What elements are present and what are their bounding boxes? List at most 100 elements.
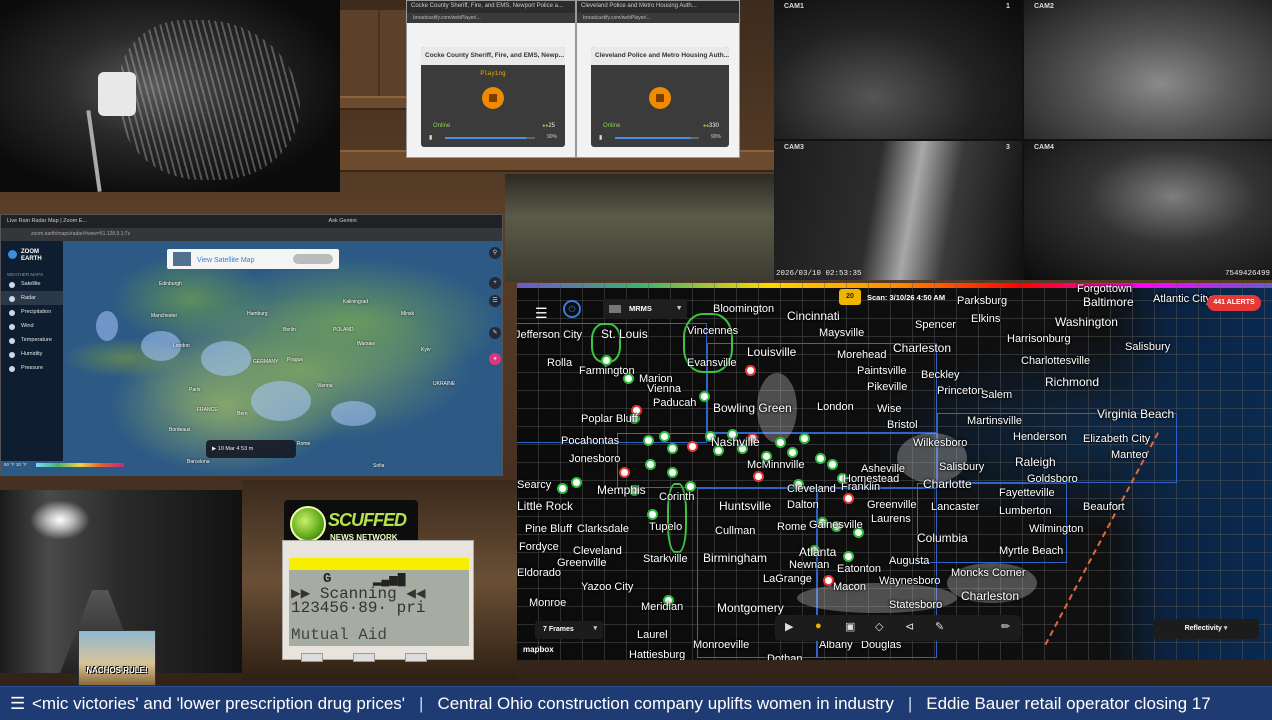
power-icon[interactable]: ⏻ bbox=[563, 300, 581, 318]
alert-marker[interactable] bbox=[699, 391, 710, 402]
map-label: Rome bbox=[297, 441, 311, 447]
volume-slider[interactable]: ▮ 90% bbox=[599, 134, 721, 142]
city-label: Huntsville bbox=[719, 499, 772, 513]
camera-feed-2[interactable]: CAM2 bbox=[1024, 0, 1272, 139]
layer-temperature[interactable]: Temperature bbox=[1, 333, 63, 347]
pencil-icon[interactable]: ✏ bbox=[1001, 620, 1010, 633]
alert-marker[interactable] bbox=[799, 433, 810, 444]
layer-satellite[interactable]: Satellite bbox=[1, 277, 63, 291]
product-selector[interactable]: MRMS bbox=[603, 299, 687, 319]
alert-marker[interactable] bbox=[643, 435, 654, 446]
browser-url[interactable]: zoom.earth/maps/radar/#view=51.128,9.1;7… bbox=[1, 228, 502, 241]
city-label: Charlotte bbox=[923, 477, 972, 491]
browser-tab[interactable]: Cleveland Police and Metro Housing Auth.… bbox=[577, 1, 739, 13]
alert-marker[interactable] bbox=[753, 471, 764, 482]
satellite-promo[interactable]: View Satellite Map bbox=[167, 249, 339, 269]
layer-radar[interactable]: Radar bbox=[1, 291, 63, 305]
browser-url[interactable]: broadcastify.com/webPlayer/... bbox=[407, 13, 575, 23]
promo-button[interactable] bbox=[293, 254, 333, 264]
volume-slider[interactable]: ▮ 90% bbox=[429, 134, 557, 142]
camera-feed-4[interactable]: CAM4 7549426499 bbox=[1024, 141, 1272, 280]
browser-tab[interactable]: Cocke County Sheriff, Fire, and EMS, New… bbox=[407, 1, 575, 13]
play-icon[interactable]: ▶ bbox=[785, 620, 793, 633]
city-label: Louisville bbox=[747, 345, 797, 359]
zoom-earth-window: Live Rain Radar Map | Zoom E... Ask Gemi… bbox=[0, 214, 503, 476]
polygon-icon[interactable]: ◇ bbox=[875, 620, 883, 633]
pin-icon[interactable]: ● bbox=[815, 620, 822, 632]
play-status: Playing bbox=[480, 70, 506, 77]
alert-marker[interactable] bbox=[687, 441, 698, 452]
share-icon[interactable]: ⊲ bbox=[905, 620, 914, 633]
security-camera-grid: CAM1 1 CAM2 CAM3 3 2026/03/10 02:53:35 C… bbox=[774, 0, 1272, 280]
alert-marker[interactable] bbox=[571, 477, 582, 488]
news-ticker: ☰ <mic victories' and 'lower prescriptio… bbox=[0, 686, 1272, 720]
city-label: Meridian bbox=[641, 601, 684, 613]
alert-marker[interactable] bbox=[647, 509, 658, 520]
scanner-player-window-2: Cleveland Police and Metro Housing Auth.… bbox=[576, 0, 740, 158]
satellite-thumbnail bbox=[173, 252, 191, 266]
camera-feed-1[interactable]: CAM1 1 bbox=[774, 0, 1022, 139]
city-label: Wise bbox=[877, 403, 902, 415]
location-icon[interactable]: ● bbox=[489, 353, 501, 365]
alert-marker[interactable] bbox=[827, 459, 838, 470]
time-controls[interactable]: ▶ 10 Mar 4 53 m bbox=[206, 440, 296, 458]
city-label: Forgottown bbox=[1077, 283, 1133, 295]
layer-pressure[interactable]: Pressure bbox=[1, 361, 63, 375]
layer-humidity[interactable]: Humidity bbox=[1, 347, 63, 361]
rain-cell bbox=[331, 401, 376, 426]
city-label: Laurel bbox=[637, 629, 668, 641]
camera-feed-3[interactable]: CAM3 3 2026/03/10 02:53:35 bbox=[774, 141, 1022, 280]
ticker-separator: | bbox=[419, 694, 424, 713]
alert-marker[interactable] bbox=[667, 443, 678, 454]
ruler-icon[interactable]: ✎ bbox=[935, 620, 944, 633]
layer-precipitation[interactable]: Precipitation bbox=[1, 305, 63, 319]
browser-tab[interactable]: Live Rain Radar Map | Zoom E... Ask Gemi… bbox=[1, 215, 502, 228]
screenshot-icon[interactable]: ▣ bbox=[845, 620, 855, 633]
layer-dropdown[interactable]: Reflectivity bbox=[1153, 619, 1259, 639]
soft-key[interactable] bbox=[301, 653, 323, 662]
layer-wind[interactable]: Wind bbox=[1, 319, 63, 333]
alert-marker[interactable] bbox=[815, 453, 826, 464]
play-icon[interactable]: ▶ bbox=[212, 446, 216, 452]
soft-key[interactable] bbox=[353, 653, 375, 662]
alert-marker[interactable] bbox=[787, 447, 798, 458]
stop-button[interactable] bbox=[649, 87, 671, 109]
alert-marker[interactable] bbox=[645, 459, 656, 470]
menu-icon[interactable]: ☰ bbox=[10, 694, 25, 714]
alerts-button[interactable]: 441 ALERTS bbox=[1207, 295, 1261, 311]
tab-title-2[interactable]: Ask Gemini bbox=[329, 218, 357, 224]
soft-key[interactable] bbox=[405, 653, 427, 662]
stop-button[interactable] bbox=[482, 87, 504, 109]
alert-marker[interactable] bbox=[619, 467, 630, 478]
alert-marker[interactable] bbox=[745, 365, 756, 376]
frame-count-badge[interactable]: 20 bbox=[839, 289, 861, 305]
layers-icon[interactable]: ☰ bbox=[489, 295, 501, 307]
measure-icon[interactable]: ✎ bbox=[489, 327, 501, 339]
alert-marker[interactable] bbox=[659, 431, 670, 442]
time-min: 53 m bbox=[241, 446, 254, 452]
city-label: Lumberton bbox=[999, 505, 1052, 517]
map-label: GERMANY bbox=[253, 359, 279, 365]
frames-dropdown[interactable]: 7 Frames bbox=[535, 621, 603, 639]
map-label: Sofia bbox=[373, 463, 385, 469]
search-icon[interactable]: ⚲ bbox=[489, 247, 501, 259]
map-label: Edinburgh bbox=[159, 281, 182, 287]
alert-marker[interactable] bbox=[557, 483, 568, 494]
volume-fill bbox=[615, 137, 691, 139]
lcd-mode: pri bbox=[396, 599, 426, 617]
zoom-earth-logo[interactable]: ZOOM EARTH bbox=[1, 241, 63, 263]
alert-marker[interactable] bbox=[775, 437, 786, 448]
browser-url[interactable]: broadcastify.com/webPlayer/... bbox=[577, 13, 739, 23]
nachos-text: NACHOS RULE! bbox=[86, 666, 148, 675]
alert-marker[interactable] bbox=[843, 493, 854, 504]
alert-marker[interactable] bbox=[843, 551, 854, 562]
tab-title[interactable]: Live Rain Radar Map | Zoom E... bbox=[7, 218, 87, 224]
us-radar-map[interactable]: Bloomington Cincinnati Baltimore Atlantic C… bbox=[517, 283, 1272, 660]
alert-marker[interactable] bbox=[667, 467, 678, 478]
menu-icon[interactable]: ☰ bbox=[535, 305, 548, 322]
city-label: Greenville bbox=[867, 499, 917, 511]
moss-branch bbox=[120, 20, 300, 180]
city-label: Salisbury bbox=[1125, 341, 1171, 353]
camera-label: CAM4 bbox=[1034, 144, 1054, 151]
zoom-icon[interactable]: + bbox=[489, 277, 501, 289]
